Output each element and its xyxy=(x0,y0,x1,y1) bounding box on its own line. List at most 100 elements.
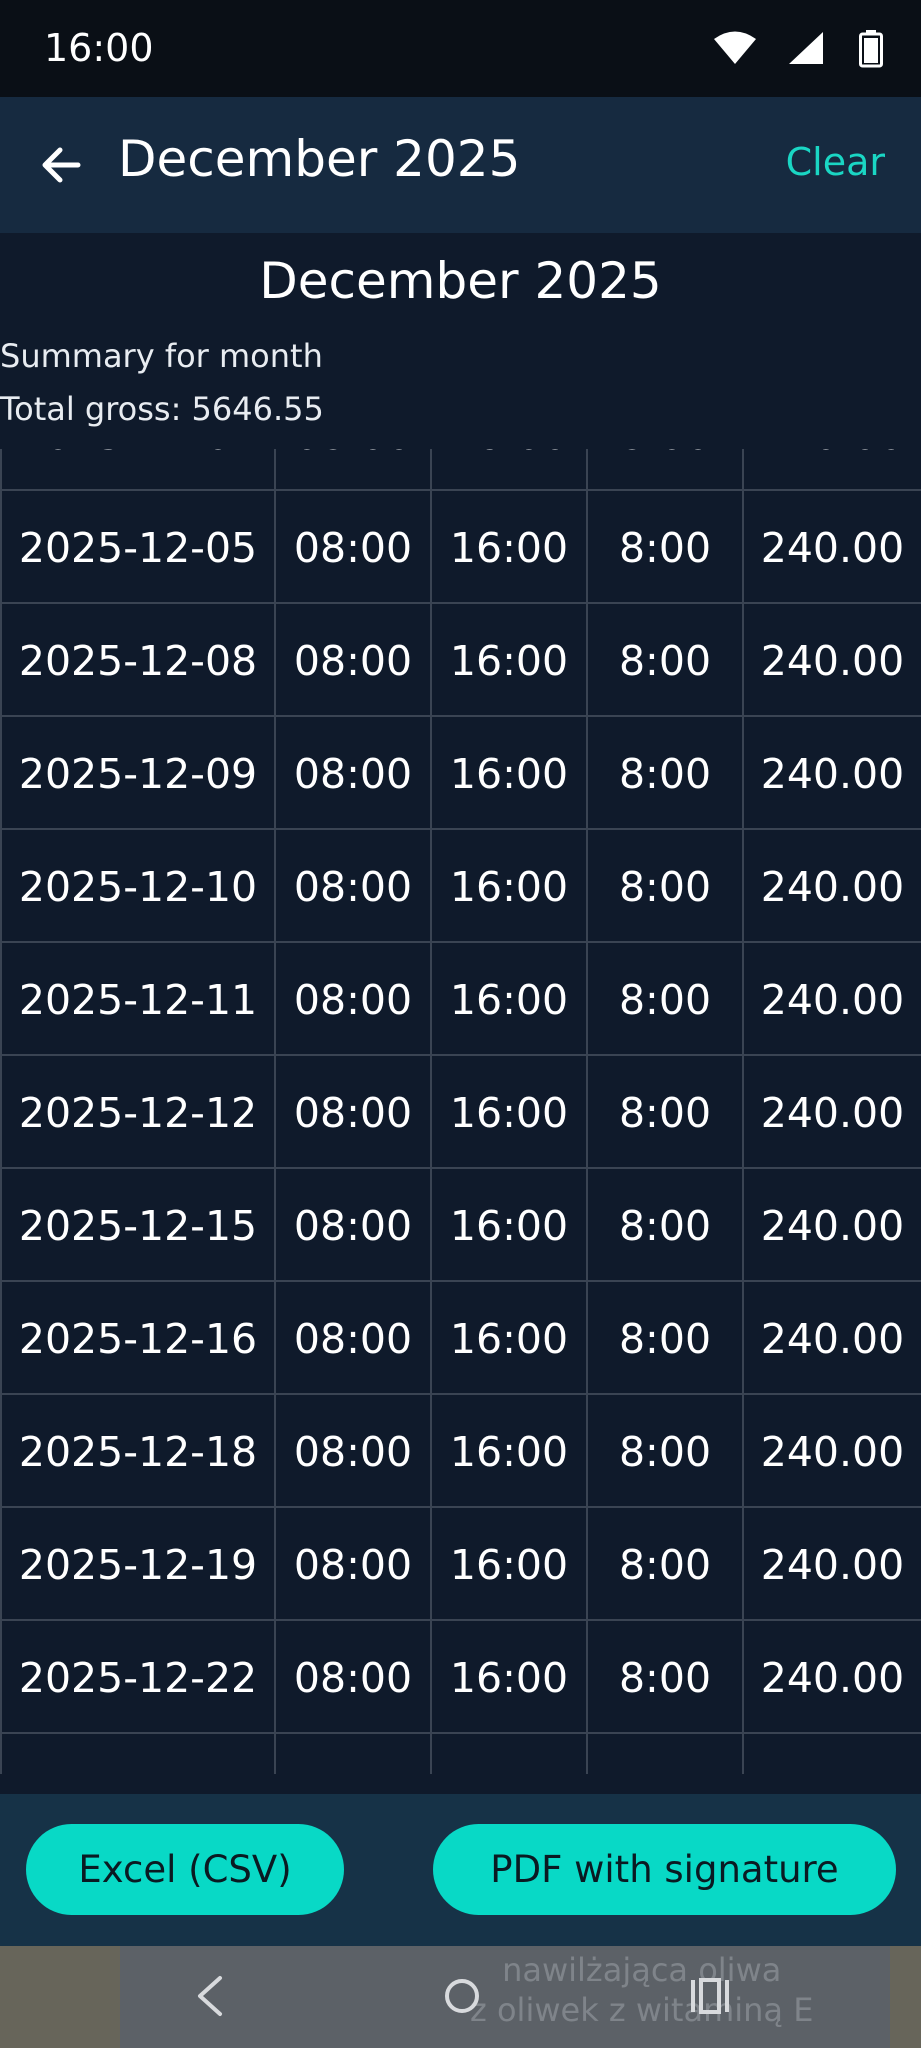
export-bar: Excel (CSV) PDF with signature xyxy=(0,1794,921,1946)
hours-cell: 8:00 xyxy=(586,1395,742,1508)
gross-cell: 240.00 xyxy=(742,1508,921,1621)
page-heading: December 2025 xyxy=(259,252,662,310)
end-time-cell: 16:00 xyxy=(430,1621,586,1734)
gross-cell: 240.00 xyxy=(742,604,921,717)
signal-icon xyxy=(789,32,823,64)
table-row: 2025-12-05 08:00 16:00 8:00 240.00 xyxy=(0,491,921,604)
hours-cell: 8:00 xyxy=(586,1508,742,1621)
date-cell: 2025-12-09 xyxy=(0,717,274,830)
status-time: 16:00 xyxy=(44,26,154,70)
gross-cell: 240.00 xyxy=(742,830,921,943)
date-cell: 2025-12-04 xyxy=(0,449,274,491)
hours-cell: 8:00 xyxy=(586,604,742,717)
table-row: 2025-12-18 08:00 16:00 8:00 240.00 xyxy=(0,1395,921,1508)
end-time-cell: 16:00 xyxy=(430,1282,586,1395)
gross-cell: 240.00 xyxy=(742,1169,921,1282)
table-row: 2025-12-15 08:00 16:00 8:00 240.00 xyxy=(0,1169,921,1282)
end-time-cell: 16:00 xyxy=(430,491,586,604)
table-row: 2025-12-09 08:00 16:00 8:00 240.00 xyxy=(0,717,921,830)
hours-cell: 8:00 xyxy=(586,717,742,830)
table-body: 2025-12-0408:0016:008:00240.002025-12-05… xyxy=(0,449,921,1774)
date-cell: 2025-12-05 xyxy=(0,491,274,604)
start-time-cell: 08:00 xyxy=(274,491,430,604)
start-time-cell xyxy=(274,1734,430,1774)
nav-recents-icon[interactable] xyxy=(688,1974,732,2018)
hours-cell xyxy=(586,1734,742,1774)
table-row: 2025-12-10 08:00 16:00 8:00 240.00 xyxy=(0,830,921,943)
hours-cell: 8:00 xyxy=(586,1056,742,1169)
start-time-cell: 08:00 xyxy=(274,1056,430,1169)
start-time-cell: 08:00 xyxy=(274,449,430,491)
start-time-cell: 08:00 xyxy=(274,1621,430,1734)
gross-cell: 240.00 xyxy=(742,1621,921,1734)
end-time-cell: 16:00 xyxy=(430,717,586,830)
hours-cell: 8:00 xyxy=(586,491,742,604)
end-time-cell: 16:00 xyxy=(430,604,586,717)
ad-image xyxy=(0,1946,120,2048)
ad-banner[interactable]: nawilżająca oliwa z oliwek z witaminą E xyxy=(470,1950,813,2030)
hours-cell: 8:00 xyxy=(586,1282,742,1395)
table-row: 2025-12-12 08:00 16:00 8:00 240.00 xyxy=(0,1056,921,1169)
date-cell: 2025-12-15 xyxy=(0,1169,274,1282)
export-csv-button[interactable]: Excel (CSV) xyxy=(26,1824,344,1915)
arrow-back-icon xyxy=(42,147,81,183)
table-row: 2025-12-19 08:00 16:00 8:00 240.00 xyxy=(0,1508,921,1621)
table-row: 2025-12-16 08:00 16:00 8:00 240.00 xyxy=(0,1282,921,1395)
app-bar: December 2025 Clear xyxy=(0,97,921,233)
gross-cell: 240.00 xyxy=(742,449,921,491)
start-time-cell: 08:00 xyxy=(274,830,430,943)
hours-cell: 8:00 xyxy=(586,449,742,491)
end-time-cell: 16:00 xyxy=(430,449,586,491)
table-row: 2025-12-22 08:00 16:00 8:00 240.00 xyxy=(0,1621,921,1734)
navigation-bar: nawilżająca oliwa z oliwek z witaminą E xyxy=(0,1946,921,2048)
app-bar-title: December 2025 xyxy=(118,130,521,188)
ad-image xyxy=(890,1946,921,2048)
table-row xyxy=(0,1734,921,1774)
gross-cell: 240.00 xyxy=(742,943,921,1056)
ad-text-line2: z oliwek z witaminą E xyxy=(470,1991,814,2029)
date-cell: 2025-12-08 xyxy=(0,604,274,717)
gross-cell: 240.00 xyxy=(742,1395,921,1508)
wifi-icon xyxy=(714,31,756,64)
start-time-cell: 08:00 xyxy=(274,717,430,830)
hours-cell: 8:00 xyxy=(586,1621,742,1734)
back-button[interactable] xyxy=(34,137,90,193)
start-time-cell: 08:00 xyxy=(274,1282,430,1395)
hours-cell: 8:00 xyxy=(586,1169,742,1282)
status-bar: 16:00 xyxy=(0,0,921,97)
table-row: 2025-12-0408:0016:008:00240.00 xyxy=(0,449,921,491)
nav-home-icon[interactable] xyxy=(440,1974,484,2018)
table-row: 2025-12-08 08:00 16:00 8:00 240.00 xyxy=(0,604,921,717)
battery-icon xyxy=(859,30,883,68)
end-time-cell: 16:00 xyxy=(430,943,586,1056)
gross-cell: 240.00 xyxy=(742,1056,921,1169)
total-gross: Total gross: 5646.55 xyxy=(0,390,324,428)
gross-cell xyxy=(742,1734,921,1774)
summary-label: Summary for month xyxy=(0,337,323,375)
end-time-cell: 16:00 xyxy=(430,1395,586,1508)
start-time-cell: 08:00 xyxy=(274,1395,430,1508)
clear-button[interactable]: Clear xyxy=(786,140,885,184)
end-time-cell xyxy=(430,1734,586,1774)
nav-back-icon[interactable] xyxy=(192,1974,228,2018)
date-cell: 2025-12-22 xyxy=(0,1621,274,1734)
hours-cell: 8:00 xyxy=(586,830,742,943)
gross-cell: 240.00 xyxy=(742,1282,921,1395)
date-cell: 2025-12-18 xyxy=(0,1395,274,1508)
start-time-cell: 08:00 xyxy=(274,604,430,717)
date-cell xyxy=(0,1734,274,1774)
date-cell: 2025-12-10 xyxy=(0,830,274,943)
entries-table[interactable]: 2025-12-0408:0016:008:00240.002025-12-05… xyxy=(0,449,921,1774)
gross-cell: 240.00 xyxy=(742,717,921,830)
gross-cell: 240.00 xyxy=(742,491,921,604)
end-time-cell: 16:00 xyxy=(430,1056,586,1169)
export-pdf-button[interactable]: PDF with signature xyxy=(433,1824,896,1915)
date-cell: 2025-12-11 xyxy=(0,943,274,1056)
end-time-cell: 16:00 xyxy=(430,1169,586,1282)
end-time-cell: 16:00 xyxy=(430,830,586,943)
ad-text-line1: nawilżająca oliwa xyxy=(502,1951,782,1989)
date-cell: 2025-12-12 xyxy=(0,1056,274,1169)
hours-cell: 8:00 xyxy=(586,943,742,1056)
date-cell: 2025-12-19 xyxy=(0,1508,274,1621)
table-row: 2025-12-11 08:00 16:00 8:00 240.00 xyxy=(0,943,921,1056)
